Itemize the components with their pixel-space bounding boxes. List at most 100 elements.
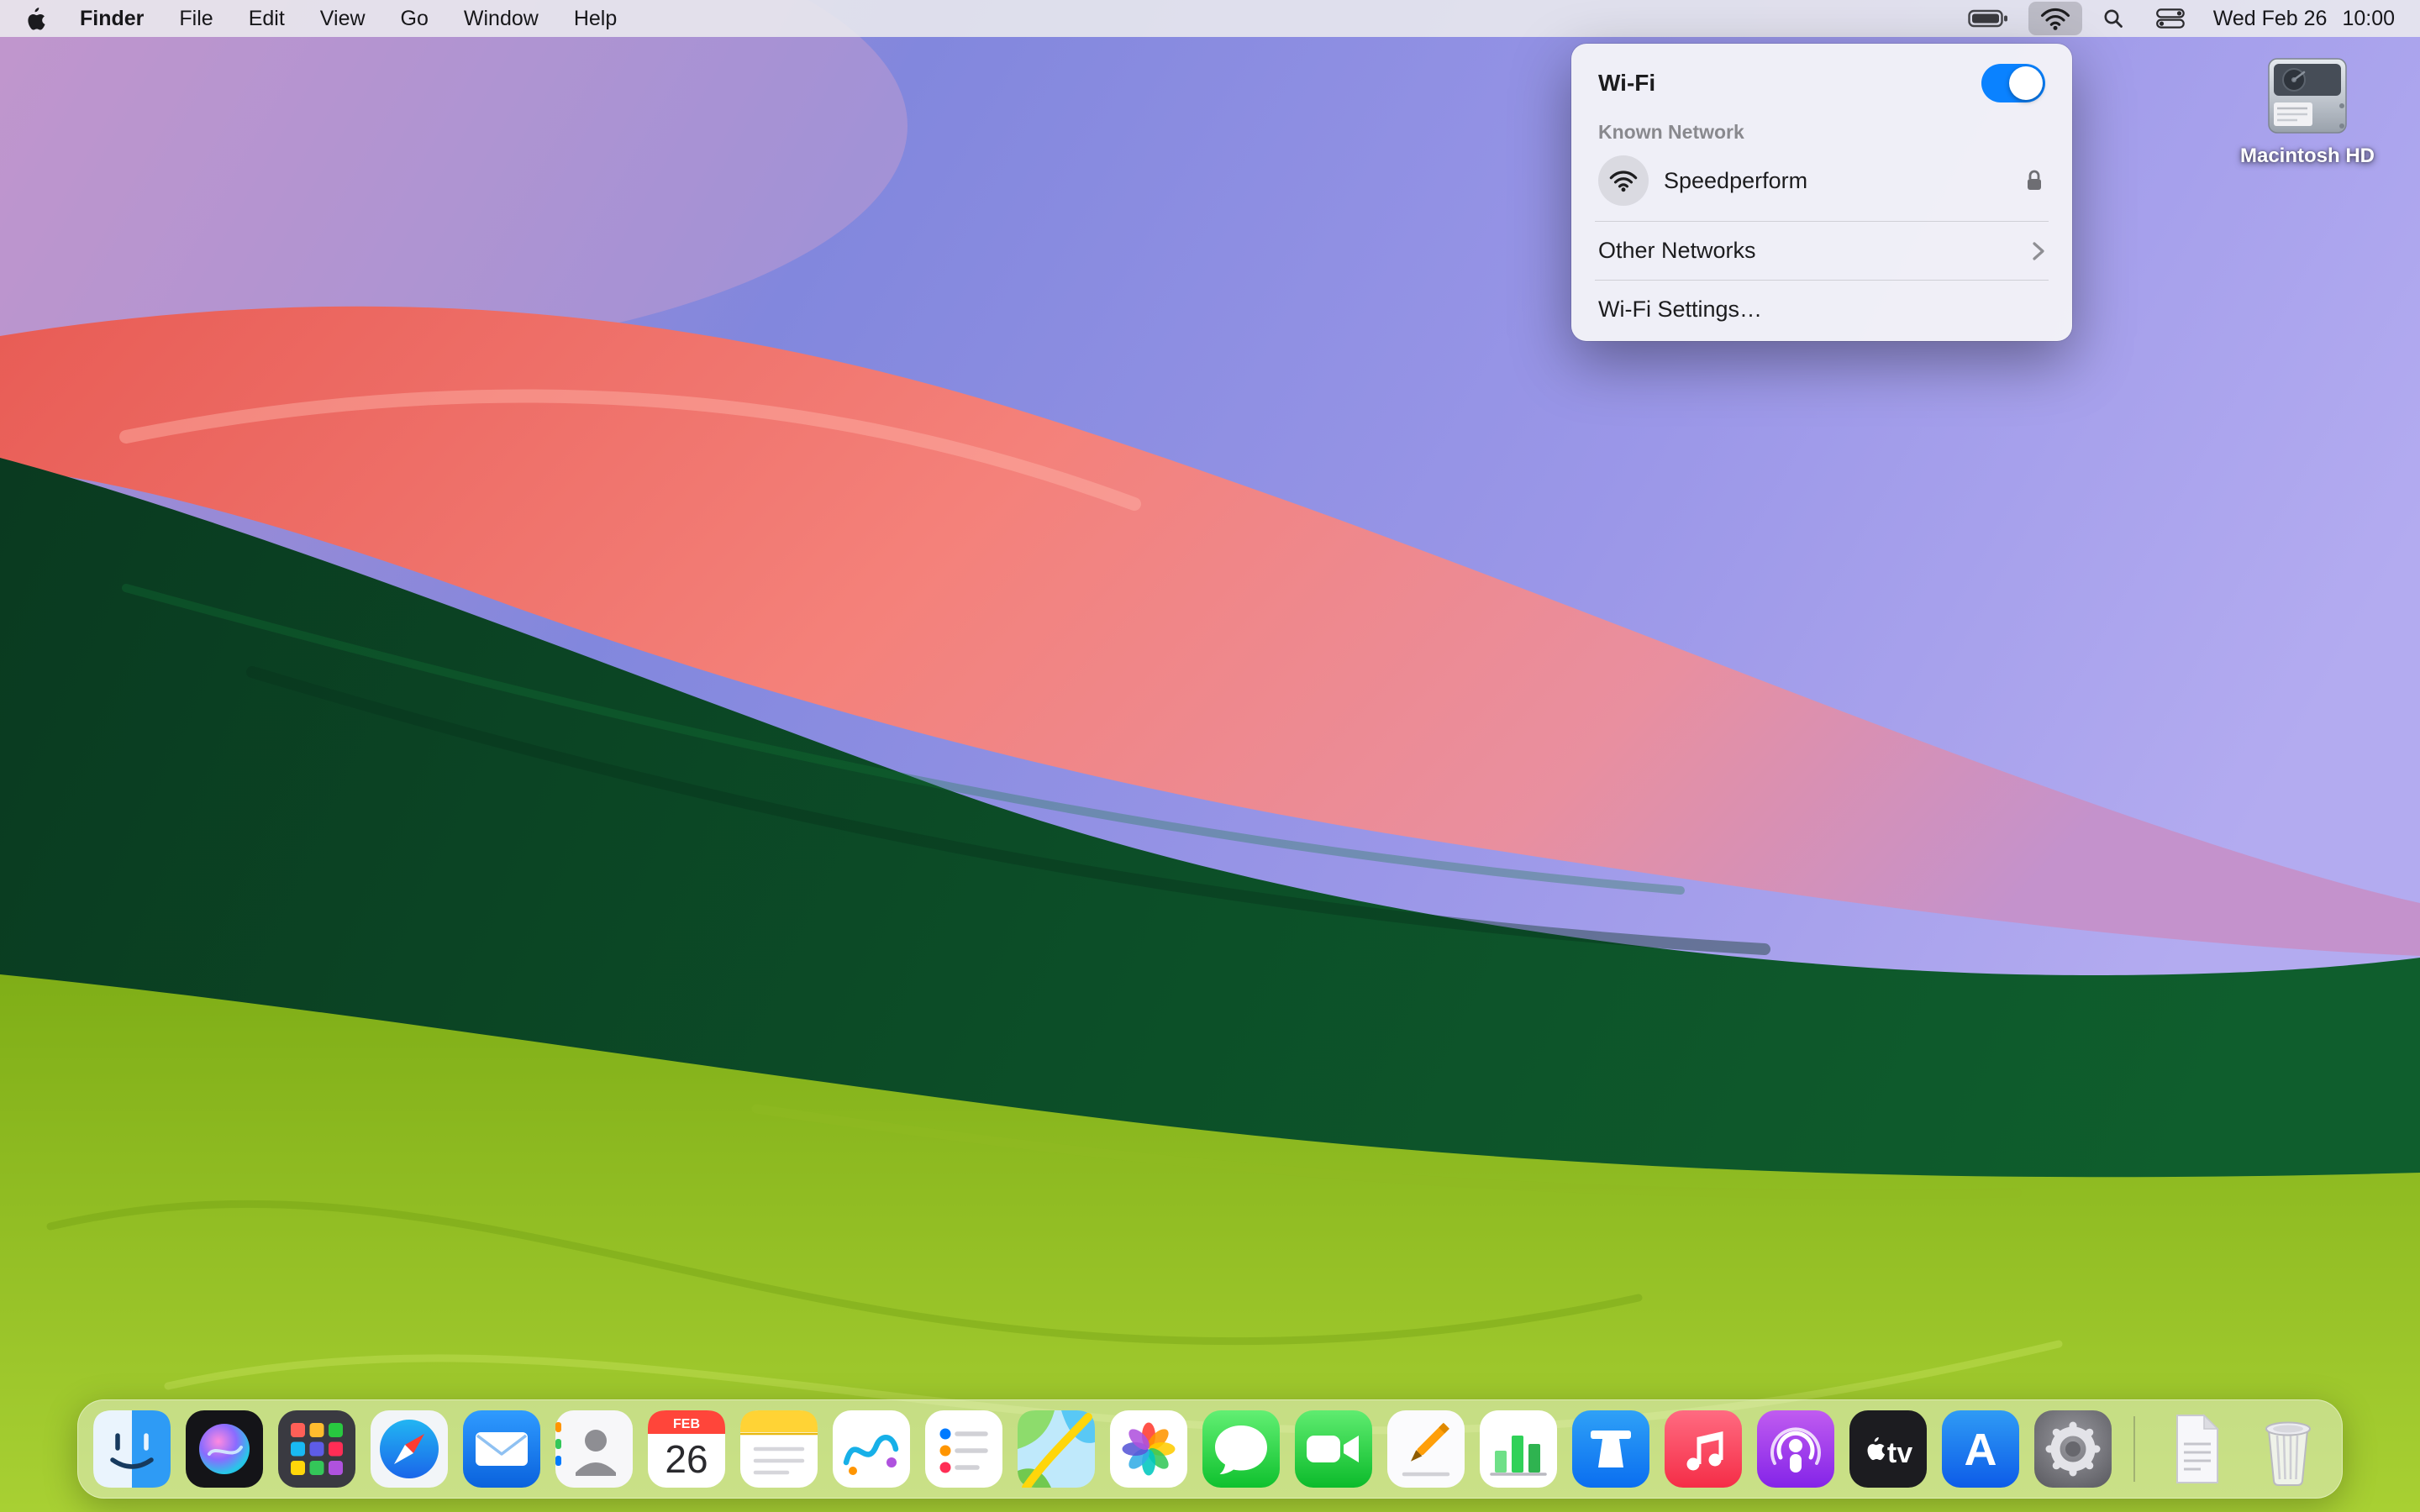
podcasts-icon: [1757, 1410, 1834, 1488]
dock-item-maps[interactable]: [1018, 1410, 1095, 1488]
dock-item-podcasts[interactable]: [1757, 1410, 1834, 1488]
dock-item-trash[interactable]: [2249, 1410, 2327, 1488]
dock-item-tv[interactable]: tv: [1849, 1410, 1927, 1488]
reminders-icon: [925, 1410, 1002, 1488]
dock-item-photos[interactable]: [1110, 1410, 1187, 1488]
dock-item-app-store[interactable]: A: [1942, 1410, 2019, 1488]
dock-item-messages[interactable]: [1202, 1410, 1280, 1488]
apple-tv-icon: tv: [1849, 1410, 1927, 1488]
network-name: Speedperform: [1664, 168, 1807, 194]
app-store-icon: A: [1942, 1410, 2019, 1488]
known-network-row[interactable]: Speedperform: [1593, 152, 2050, 219]
tv-label-text: tv: [1887, 1437, 1912, 1469]
wifi-icon: [2040, 7, 2070, 30]
other-networks-label: Other Networks: [1598, 238, 1756, 264]
dock-item-siri[interactable]: [186, 1410, 263, 1488]
dock-item-system-settings[interactable]: [2034, 1410, 2112, 1488]
freeform-icon: [833, 1410, 910, 1488]
known-network-header: Known Network: [1593, 116, 2050, 152]
dock-item-contacts[interactable]: [555, 1410, 633, 1488]
trash-icon: [2249, 1410, 2327, 1488]
menu-bar-left: Finder File Edit View Go Window Help: [20, 3, 631, 34]
desktop: Finder File Edit View Go Window Help: [0, 0, 2420, 1512]
spotlight-status[interactable]: [2091, 3, 2136, 34]
menu-divider: [1595, 280, 2049, 281]
photos-icon: [1110, 1410, 1187, 1488]
menu-item-view[interactable]: View: [306, 3, 380, 34]
control-center-icon: [2156, 8, 2185, 29]
menu-item-window[interactable]: Window: [450, 3, 553, 34]
wifi-toggle-switch[interactable]: [1981, 64, 2045, 102]
menu-divider: [1595, 221, 2049, 222]
menu-bar: Finder File Edit View Go Window Help: [0, 0, 2420, 37]
numbers-icon: [1480, 1410, 1557, 1488]
dock-item-notes[interactable]: [740, 1410, 818, 1488]
pages-icon: [1387, 1410, 1465, 1488]
dock-item-keynote[interactable]: [1572, 1410, 1649, 1488]
network-secured: [2023, 168, 2045, 193]
menu-item-finder[interactable]: Finder: [66, 3, 158, 34]
launchpad-icon: [278, 1410, 355, 1488]
calendar-month-text: FEB: [673, 1417, 700, 1431]
menu-item-go[interactable]: Go: [387, 3, 443, 34]
maps-icon: [1018, 1410, 1095, 1488]
facetime-icon: [1295, 1410, 1372, 1488]
apple-menu[interactable]: [20, 6, 59, 31]
wifi-settings-row[interactable]: Wi-Fi Settings…: [1593, 282, 2050, 329]
dock-item-finder[interactable]: [93, 1410, 171, 1488]
hard-drive-icon: [2260, 55, 2354, 138]
app-store-letter-text: A: [1965, 1425, 1997, 1475]
menu-bar-status: Wed Feb 26 10:00: [1956, 2, 2400, 35]
notes-icon: [740, 1410, 818, 1488]
safari-icon: [371, 1410, 448, 1488]
contacts-icon: [555, 1410, 633, 1488]
chevron-right-icon: [2032, 241, 2045, 261]
dock-item-safari[interactable]: [371, 1410, 448, 1488]
dock-item-numbers[interactable]: [1480, 1410, 1557, 1488]
dock-item-calendar[interactable]: FEB 26: [648, 1410, 725, 1488]
calendar-icon: FEB 26: [648, 1410, 725, 1488]
dock: FEB 26: [77, 1399, 2343, 1499]
wifi-toggle-row: Wi-Fi: [1593, 57, 2050, 116]
dock-separator: [2133, 1416, 2135, 1482]
wifi-menu-title: Wi-Fi: [1598, 70, 1655, 97]
dock-item-music[interactable]: [1665, 1410, 1742, 1488]
wifi-icon: [1609, 169, 1638, 192]
lock-icon: [2023, 168, 2045, 193]
desktop-icon-macintosh-hd[interactable]: Macintosh HD: [2213, 55, 2402, 168]
document-icon: [2157, 1410, 2234, 1488]
calendar-day-text: 26: [665, 1437, 708, 1481]
wifi-dropdown-menu: Wi-Fi Known Network Speedperform: [1571, 44, 2072, 341]
messages-icon: [1202, 1410, 1280, 1488]
menu-item-help[interactable]: Help: [560, 3, 631, 34]
network-wifi-badge: [1598, 155, 1649, 206]
dock-item-facetime[interactable]: [1295, 1410, 1372, 1488]
menu-bar-clock[interactable]: Wed Feb 26 10:00: [2205, 7, 2400, 31]
other-networks-row[interactable]: Other Networks: [1593, 223, 2050, 278]
dock-item-pages[interactable]: [1387, 1410, 1465, 1488]
wifi-settings-label: Wi-Fi Settings…: [1598, 297, 1762, 323]
battery-status[interactable]: [1956, 3, 2020, 34]
menu-bar-time: 10:00: [2342, 7, 2395, 31]
mail-icon: [463, 1410, 540, 1488]
volume-label: Macintosh HD: [2213, 144, 2402, 168]
wifi-status[interactable]: [2028, 2, 2082, 35]
music-icon: [1665, 1410, 1742, 1488]
dock-item-reminders[interactable]: [925, 1410, 1002, 1488]
siri-icon: [186, 1410, 263, 1488]
spotlight-search-icon: [2102, 8, 2124, 29]
finder-icon: [93, 1410, 171, 1488]
wifi-toggle-knob: [2009, 66, 2043, 100]
battery-icon: [1968, 8, 2008, 29]
menu-item-edit[interactable]: Edit: [234, 3, 299, 34]
keynote-icon: [1572, 1410, 1649, 1488]
apple-logo-icon: [24, 6, 45, 31]
menu-item-file[interactable]: File: [165, 3, 227, 34]
dock-item-launchpad[interactable]: [278, 1410, 355, 1488]
system-settings-gear-icon: [2034, 1410, 2112, 1488]
dock-item-downloads-document[interactable]: [2157, 1410, 2234, 1488]
menu-bar-date: Wed Feb 26: [2213, 7, 2328, 31]
dock-item-freeform[interactable]: [833, 1410, 910, 1488]
control-center-status[interactable]: [2144, 3, 2196, 34]
dock-item-mail[interactable]: [463, 1410, 540, 1488]
